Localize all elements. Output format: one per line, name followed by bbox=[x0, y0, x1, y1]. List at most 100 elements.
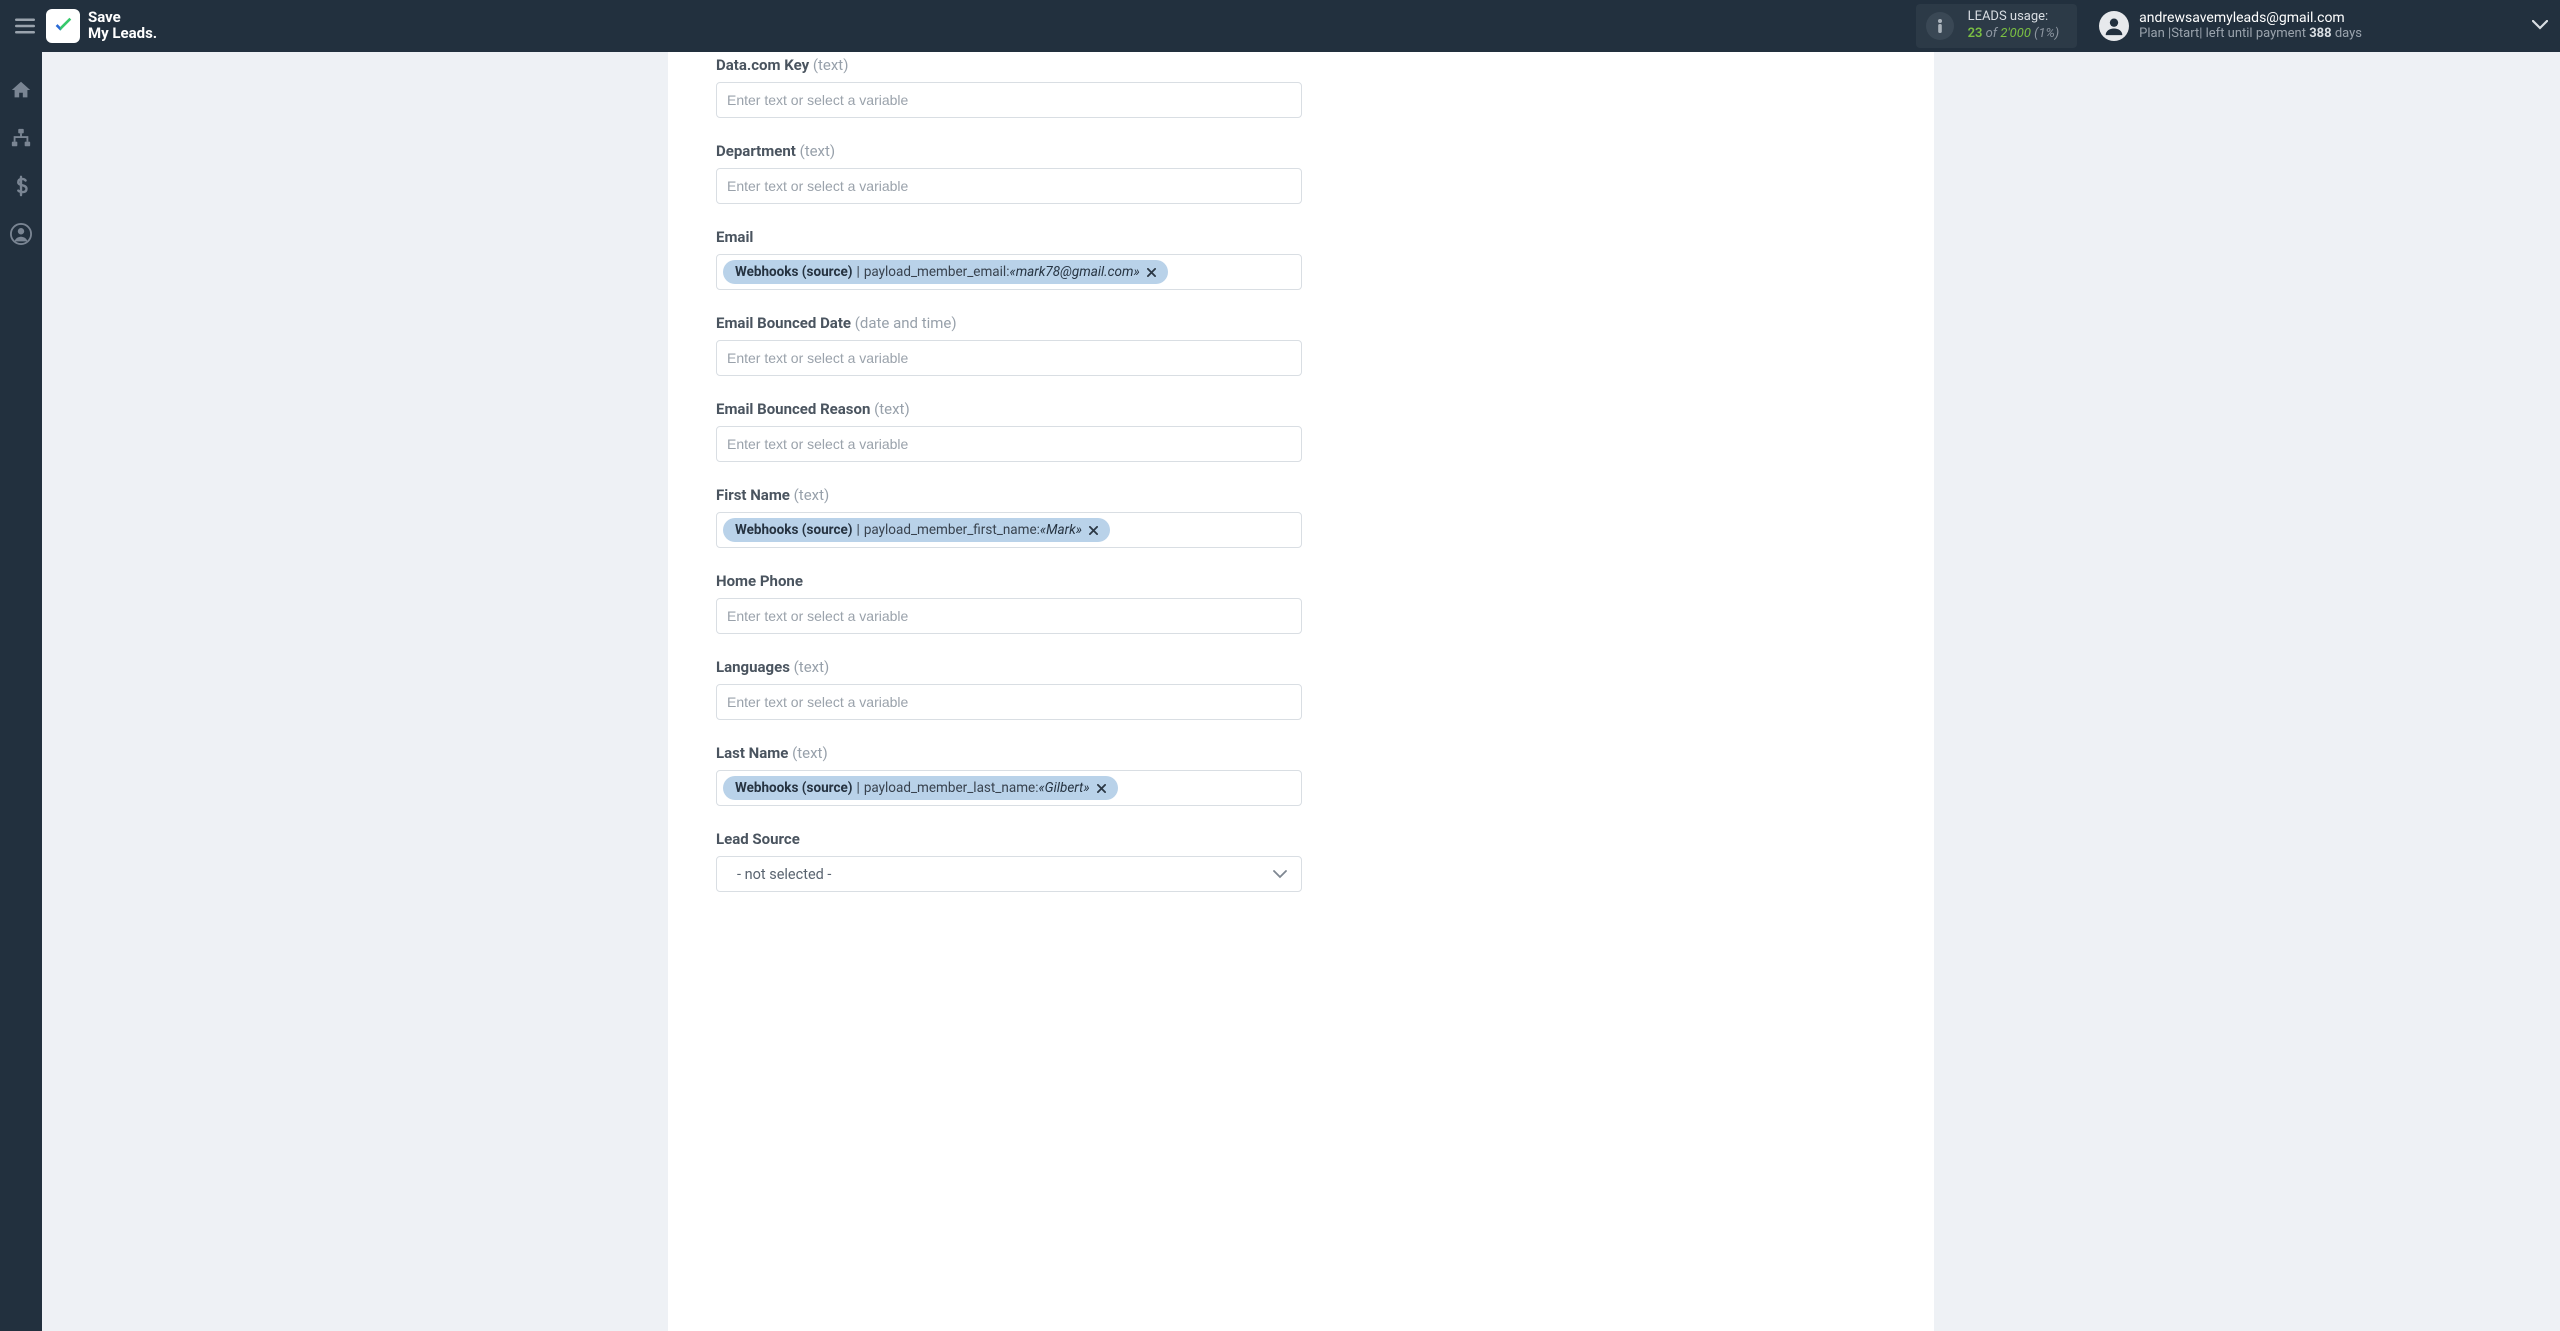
chip-var: payload_member_first_name: bbox=[864, 522, 1040, 538]
field-row-first-name: First Name (text) Webhooks (source) | pa… bbox=[716, 486, 1886, 548]
usage-title: LEADS usage: bbox=[1968, 10, 2060, 25]
field-row-last-name: Last Name (text) Webhooks (source) | pay… bbox=[716, 744, 1886, 806]
input-datacom-key-field[interactable] bbox=[723, 88, 1295, 112]
chip-email[interactable]: Webhooks (source) | payload_member_email… bbox=[723, 260, 1168, 284]
label-email-bounced-date: Email Bounced Date (date and time) bbox=[716, 314, 1886, 332]
input-datacom-key[interactable] bbox=[716, 82, 1302, 118]
chip-var: payload_member_last_name: bbox=[864, 780, 1039, 796]
input-email-bounced-date-field[interactable] bbox=[723, 346, 1295, 370]
input-email-bounced-reason[interactable] bbox=[716, 426, 1302, 462]
input-last-name[interactable]: Webhooks (source) | payload_member_last_… bbox=[716, 770, 1302, 806]
plan-days: 388 bbox=[2309, 26, 2331, 41]
close-icon bbox=[1089, 526, 1098, 535]
label-last-name: Last Name (text) bbox=[716, 744, 1886, 762]
sitemap-icon bbox=[10, 127, 32, 149]
user-icon bbox=[2104, 16, 2124, 36]
account-email: andrewsavemyleads@gmail.com bbox=[2139, 10, 2362, 26]
usage-count: 23 bbox=[1968, 26, 1983, 41]
label-languages: Languages (text) bbox=[716, 658, 1886, 676]
sidebar-item-account[interactable] bbox=[9, 222, 33, 246]
input-email-bounced-date[interactable] bbox=[716, 340, 1302, 376]
hamburger-button[interactable] bbox=[4, 5, 46, 47]
input-email[interactable]: Webhooks (source) | payload_member_email… bbox=[716, 254, 1302, 290]
field-row-email: Email Webhooks (source) | payload_member… bbox=[716, 228, 1886, 290]
input-languages[interactable] bbox=[716, 684, 1302, 720]
chip-sep: | bbox=[857, 522, 860, 538]
input-languages-field[interactable] bbox=[723, 690, 1295, 714]
account-chevron bbox=[2532, 18, 2548, 34]
chip-remove-last-name[interactable] bbox=[1096, 782, 1108, 794]
sidebar bbox=[0, 52, 42, 1331]
label-text: Lead Source bbox=[716, 830, 800, 848]
input-department[interactable] bbox=[716, 168, 1302, 204]
label-type: (text) bbox=[800, 142, 836, 160]
label-text: Home Phone bbox=[716, 572, 803, 590]
chip-val: «Gilbert» bbox=[1038, 780, 1089, 796]
select-lead-source[interactable]: - not selected - bbox=[716, 856, 1302, 892]
label-type: (text) bbox=[813, 56, 849, 74]
usage-value-line: 23 of 2'000 (1%) bbox=[1968, 25, 2060, 42]
input-home-phone-field[interactable] bbox=[723, 604, 1295, 628]
stage: Data.com Key (text) Department (text) Em… bbox=[42, 52, 2560, 1331]
account-menu[interactable]: andrewsavemyleads@gmail.com Plan |Start|… bbox=[2099, 10, 2548, 41]
close-icon bbox=[1097, 784, 1106, 793]
usage-lines: LEADS usage: 23 of 2'000 (1%) bbox=[1968, 10, 2060, 42]
usage-of: of bbox=[1982, 26, 2000, 41]
label-text: Languages bbox=[716, 658, 790, 676]
input-home-phone[interactable] bbox=[716, 598, 1302, 634]
chip-var: payload_member_email: bbox=[864, 264, 1010, 280]
label-type: (text) bbox=[874, 400, 910, 418]
logo-mark bbox=[46, 9, 80, 43]
input-first-name[interactable]: Webhooks (source) | payload_member_first… bbox=[716, 512, 1302, 548]
info-icon bbox=[1926, 12, 1954, 40]
plan-suffix: days bbox=[2332, 26, 2362, 41]
plan-mid: | left until payment bbox=[2199, 26, 2309, 41]
input-first-name-field[interactable] bbox=[1114, 518, 1295, 542]
chip-sep: | bbox=[857, 780, 860, 796]
hamburger-icon bbox=[15, 17, 35, 35]
label-text: Email Bounced Date bbox=[716, 314, 851, 332]
field-row-lead-source: Lead Source - not selected - bbox=[716, 830, 1886, 892]
label-datacom-key: Data.com Key (text) bbox=[716, 56, 1886, 74]
input-department-field[interactable] bbox=[723, 174, 1295, 198]
sidebar-item-billing[interactable] bbox=[9, 174, 33, 198]
plan-prefix: Plan | bbox=[2139, 26, 2171, 41]
field-row-datacom-key: Data.com Key (text) bbox=[716, 52, 1886, 118]
field-row-email-bounced-reason: Email Bounced Reason (text) bbox=[716, 400, 1886, 462]
account-lines: andrewsavemyleads@gmail.com Plan |Start|… bbox=[2139, 10, 2362, 41]
label-type: (date and time) bbox=[855, 314, 957, 332]
usage-total: 2'000 bbox=[2000, 26, 2031, 41]
form-panel: Data.com Key (text) Department (text) Em… bbox=[668, 52, 1934, 1331]
usage-box[interactable]: LEADS usage: 23 of 2'000 (1%) bbox=[1916, 4, 2078, 48]
label-first-name: First Name (text) bbox=[716, 486, 1886, 504]
logo-text: Save My Leads. bbox=[88, 10, 157, 42]
label-type: (text) bbox=[794, 658, 830, 676]
label-text: First Name bbox=[716, 486, 790, 504]
label-department: Department (text) bbox=[716, 142, 1886, 160]
chip-remove-email[interactable] bbox=[1146, 266, 1158, 278]
input-email-field[interactable] bbox=[1172, 260, 1295, 284]
logo[interactable]: Save My Leads. bbox=[46, 9, 157, 43]
chip-source: Webhooks (source) bbox=[735, 264, 853, 280]
label-text: Email bbox=[716, 228, 753, 246]
dollar-icon bbox=[10, 175, 32, 197]
usage-pct: (1%) bbox=[2031, 26, 2059, 41]
input-last-name-field[interactable] bbox=[1122, 776, 1295, 800]
label-type: (text) bbox=[794, 486, 830, 504]
select-lead-source-value: - not selected - bbox=[737, 866, 831, 883]
sidebar-item-home[interactable] bbox=[9, 78, 33, 102]
field-row-email-bounced-date: Email Bounced Date (date and time) bbox=[716, 314, 1886, 376]
chevron-down-icon bbox=[2532, 20, 2548, 30]
sidebar-item-connections[interactable] bbox=[9, 126, 33, 150]
input-email-bounced-reason-field[interactable] bbox=[723, 432, 1295, 456]
avatar bbox=[2099, 11, 2129, 41]
chip-last-name[interactable]: Webhooks (source) | payload_member_last_… bbox=[723, 776, 1118, 800]
label-text: Department bbox=[716, 142, 796, 160]
logo-line2: My Leads. bbox=[88, 26, 157, 42]
home-icon bbox=[10, 79, 32, 101]
chip-remove-first-name[interactable] bbox=[1088, 524, 1100, 536]
field-row-languages: Languages (text) bbox=[716, 658, 1886, 720]
label-home-phone: Home Phone bbox=[716, 572, 1886, 590]
plan-name: Start bbox=[2171, 26, 2199, 41]
chip-first-name[interactable]: Webhooks (source) | payload_member_first… bbox=[723, 518, 1110, 542]
